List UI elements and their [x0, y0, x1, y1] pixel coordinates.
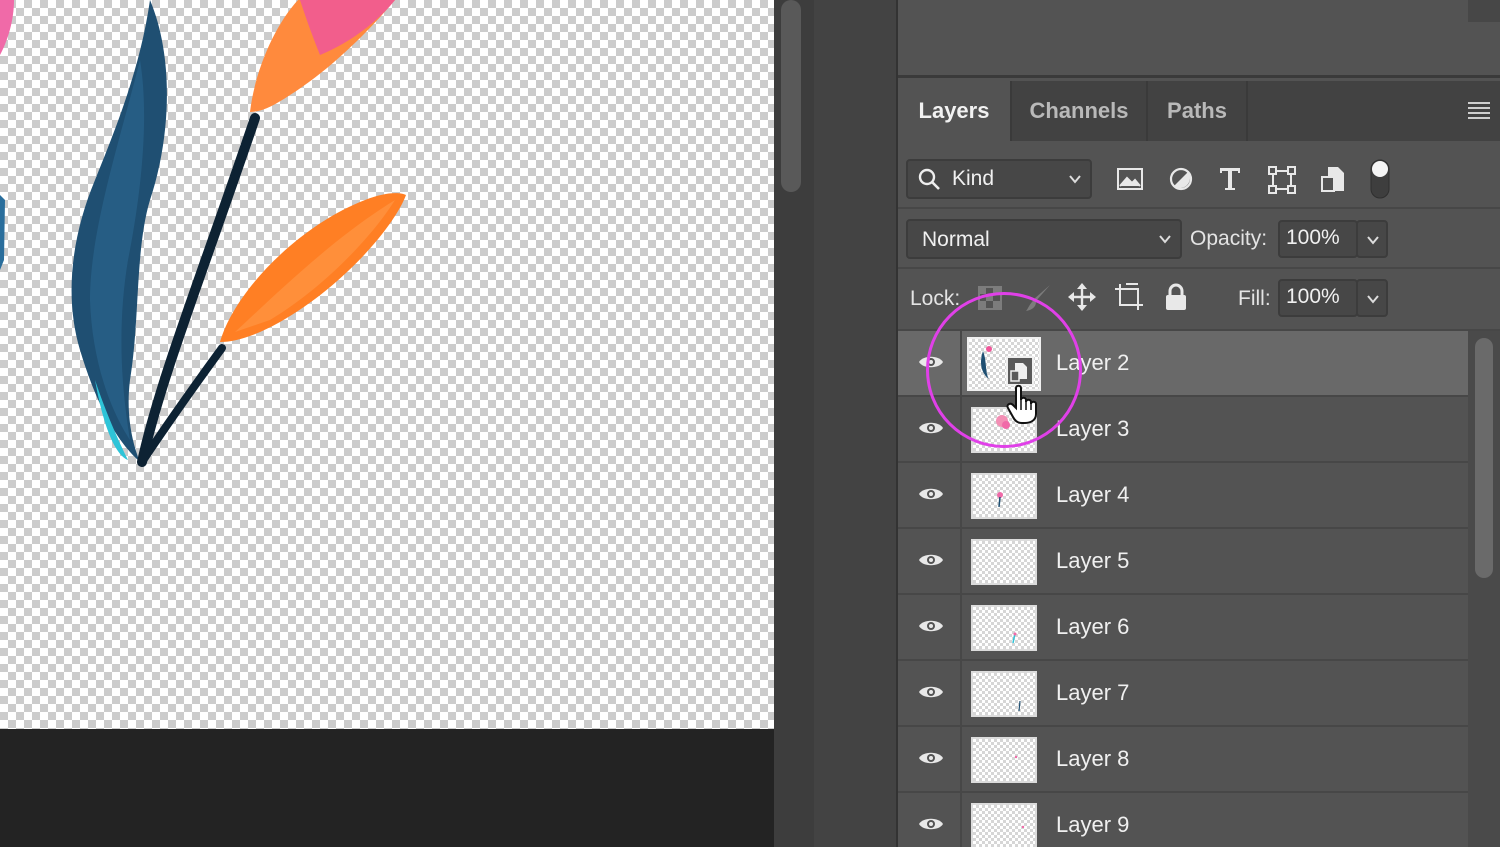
type-filter-icon[interactable] [1218, 166, 1242, 192]
lock-all-icon[interactable] [1164, 283, 1188, 311]
watercolor-artwork [0, 0, 406, 467]
layer-name[interactable]: Layer 8 [1056, 727, 1129, 791]
blend-row: Normal Opacity: 100% [898, 209, 1500, 269]
lock-artboard-icon[interactable] [1114, 283, 1144, 311]
filter-toggle-icon[interactable] [1370, 159, 1390, 199]
fill-label: Fill: [1238, 287, 1271, 310]
layer-name[interactable]: Layer 5 [1056, 529, 1129, 593]
visibility-toggle[interactable] [898, 595, 962, 659]
layer-thumbnail[interactable] [971, 473, 1037, 519]
eye-icon [919, 422, 943, 434]
visibility-toggle[interactable] [898, 331, 962, 395]
layer-name[interactable]: Layer 9 [1056, 793, 1129, 847]
layer-thumbnail[interactable] [971, 605, 1037, 651]
panel-menu-icon[interactable] [1468, 102, 1490, 120]
layer-row[interactable]: Layer 7 [898, 661, 1468, 727]
eye-icon [919, 686, 943, 698]
lock-row: Lock: Fill: 100% [898, 269, 1500, 331]
layer-name[interactable]: Layer 2 [1056, 331, 1129, 395]
layer-thumbnail[interactable] [971, 407, 1037, 453]
document-canvas[interactable] [0, 0, 774, 729]
layers-panel: Layers Channels Paths Kind Normal Opacit… [898, 0, 1500, 847]
thumbnail-art [1014, 755, 1018, 759]
orange-leaf-shade [235, 200, 395, 332]
shape-filter-icon[interactable] [1268, 166, 1296, 194]
layer-row[interactable]: Layer 6 [898, 595, 1468, 661]
fill-input[interactable]: 100% [1278, 279, 1358, 317]
eye-icon [919, 818, 943, 830]
search-icon [918, 168, 940, 190]
opacity-input[interactable]: 100% [1278, 220, 1358, 258]
layer-row[interactable]: Layer 2 [898, 331, 1468, 397]
upper-panel-scrollbar[interactable] [1468, 0, 1500, 22]
chevron-down-icon [1069, 175, 1081, 184]
eye-icon [919, 488, 943, 500]
layer-thumbnail[interactable] [967, 337, 1041, 391]
panel-tabbar: Layers Channels Paths [898, 81, 1500, 141]
visibility-toggle[interactable] [898, 793, 962, 847]
lock-transparent-icon[interactable] [978, 286, 1002, 310]
chevron-down-icon [1159, 235, 1171, 244]
layers-scrollbar-thumb[interactable] [1475, 338, 1493, 578]
panel-gutter [814, 0, 898, 847]
layer-row[interactable]: Layer 8 [898, 727, 1468, 793]
opacity-dropdown-button[interactable] [1356, 220, 1388, 258]
layer-name[interactable]: Layer 6 [1056, 595, 1129, 659]
layer-thumbnail[interactable] [971, 671, 1037, 717]
eye-icon [919, 620, 943, 632]
thumbnail-art [996, 415, 1010, 429]
visibility-toggle[interactable] [898, 529, 962, 593]
thumbnail-art [997, 492, 1003, 508]
blend-mode-value: Normal [922, 228, 990, 251]
opacity-label: Opacity: [1190, 227, 1268, 250]
chevron-down-icon [1367, 295, 1379, 304]
thumbnail-art [1012, 632, 1017, 644]
layer-thumbnail[interactable] [971, 737, 1037, 783]
tab-channels[interactable]: Channels [1012, 81, 1146, 141]
visibility-toggle[interactable] [898, 397, 962, 461]
blend-mode-dropdown[interactable]: Normal [906, 219, 1182, 259]
tab-layers[interactable]: Layers [898, 81, 1010, 141]
lock-image-icon[interactable] [1024, 283, 1052, 313]
pasteboard [0, 729, 774, 847]
layer-thumbnail[interactable] [971, 539, 1037, 585]
layer-row[interactable]: Layer 3 [898, 397, 1468, 463]
eye-icon [919, 752, 943, 764]
kind-filter-label: Kind [952, 167, 995, 190]
stem-main [137, 113, 260, 467]
layer-name[interactable]: Layer 4 [1056, 463, 1129, 527]
fill-dropdown-button[interactable] [1356, 279, 1388, 317]
layers-list: Layer 2 Layer 3 Layer 4 Layer 5 Layer 6 … [898, 331, 1468, 847]
visibility-toggle[interactable] [898, 463, 962, 527]
visibility-toggle[interactable] [898, 661, 962, 725]
eye-icon [919, 554, 943, 566]
lock-position-icon[interactable] [1068, 283, 1096, 311]
thumbnail-art [1018, 700, 1021, 712]
layer-name[interactable]: Layer 7 [1056, 661, 1129, 725]
smart-object-filter-icon[interactable] [1320, 165, 1346, 193]
layer-row[interactable]: Layer 5 [898, 529, 1468, 595]
adjustment-filter-icon[interactable] [1168, 166, 1194, 192]
layer-row[interactable]: Layer 9 [898, 793, 1468, 847]
visibility-toggle[interactable] [898, 727, 962, 791]
lock-label: Lock: [910, 287, 961, 310]
tab-divider [1246, 81, 1248, 141]
chevron-down-icon [1367, 236, 1379, 245]
layer-thumbnail[interactable] [971, 803, 1037, 847]
canvas-scrollbar-thumb[interactable] [781, 0, 801, 192]
tab-paths[interactable]: Paths [1148, 81, 1246, 141]
thumbnail-art [981, 346, 1034, 386]
upper-panel [898, 0, 1500, 78]
thumbnail-art [1021, 825, 1025, 829]
filter-row: Kind [898, 141, 1500, 209]
layer-row[interactable]: Layer 4 [898, 463, 1468, 529]
kind-filter-dropdown[interactable]: Kind [906, 159, 1092, 199]
blue-leaf-edge [0, 195, 5, 270]
eye-icon [919, 356, 943, 368]
image-filter-icon[interactable] [1116, 167, 1144, 191]
pink-petal-edge [0, 0, 14, 55]
layer-name[interactable]: Layer 3 [1056, 397, 1129, 461]
